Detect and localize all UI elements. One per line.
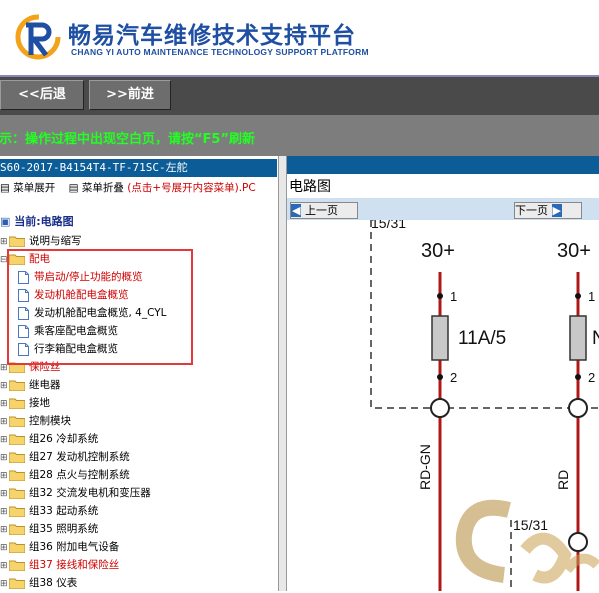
tree-folder-item[interactable]: ⊞ 组27 发动机控制系统 — [0, 448, 130, 466]
arrow-right-icon: ▶ — [551, 204, 562, 217]
brand-title-en: CHANG YI AUTO MAINTENANCE TECHNOLOGY SUP… — [71, 47, 369, 57]
brand-logo-icon — [15, 14, 61, 60]
nav-bar: <<后退 >>前进 — [0, 75, 599, 115]
wire-b-label: RD — [555, 470, 571, 490]
tree-item-label: 说明与缩写 — [29, 235, 82, 247]
menu-controls: ▤ 菜单展开 ▤ 菜单折叠 (点击+号展开内容菜单).PC — [0, 180, 256, 195]
folder-icon — [9, 434, 25, 445]
tree-folder-item[interactable]: ⊞ 控制模块 — [0, 412, 71, 430]
fuse-b-label: N — [592, 328, 599, 349]
hint-text: 提示：操作过程中出现空白页，请按“F5”刷新 — [0, 132, 256, 147]
expand-toggle-icon[interactable]: ⊞ — [0, 377, 9, 395]
folder-icon — [9, 578, 25, 589]
folder-icon — [9, 542, 25, 553]
tree-item-label: 组33 起动系统 — [29, 505, 99, 517]
panel-splitter[interactable] — [278, 156, 287, 591]
terminal-b-label: 30+ — [557, 240, 591, 262]
pin1-label-a: 1 — [450, 289, 457, 304]
expand-toggle-icon[interactable]: ⊞ — [0, 557, 9, 575]
expand-toggle-icon[interactable]: ⊞ — [0, 521, 9, 539]
tree-item-label: 组28 点火与控制系统 — [29, 469, 130, 481]
folder-icon — [9, 488, 25, 499]
expand-toggle-icon[interactable]: ⊞ — [0, 467, 9, 485]
diagram-label-bottom: 15/31 — [513, 517, 548, 533]
folder-icon — [9, 398, 25, 409]
computer-icon: ▣ — [0, 215, 11, 228]
circuit-diagram: 15/31 30+ 30+ 1 2 1 2 11A/5 N RD-GN RD 1… — [370, 220, 599, 591]
forward-button[interactable]: >>前进 — [89, 80, 171, 110]
tree-folder-item[interactable]: ⊞ 说明与缩写 — [0, 232, 82, 250]
folder-icon — [9, 524, 25, 535]
folder-icon — [9, 452, 25, 463]
folder-icon — [9, 506, 25, 517]
folder-icon — [9, 470, 25, 481]
pin2-label-b: 2 — [588, 370, 595, 385]
tree-item-label: 组32 交流发电机和变压器 — [29, 487, 151, 499]
diagram-section-title: 电路图 — [289, 179, 331, 195]
fuse-a — [431, 315, 449, 361]
expand-toggle-icon[interactable]: ⊞ — [0, 575, 9, 593]
pin1-label-b: 1 — [588, 289, 595, 304]
back-button[interactable]: <<后退 — [0, 80, 84, 110]
tree-item-label: 组38 仪表 — [29, 577, 78, 589]
brand-title-cn: 畅易汽车维修技术支持平台 — [68, 23, 356, 49]
tree-item-label: 组27 发动机控制系统 — [29, 451, 130, 463]
tree-folder-item[interactable]: ⊞ 组26 冷却系统 — [0, 430, 98, 448]
right-title-bar — [287, 156, 599, 174]
expand-toggle-icon[interactable]: ⊞ — [0, 449, 9, 467]
expand-toggle-icon[interactable]: ⊞ — [0, 413, 9, 431]
hint-bar: 提示：操作过程中出现空白页，请按“F5”刷新 — [0, 115, 599, 156]
tree-item-label: 组26 冷却系统 — [29, 433, 99, 445]
header: 畅易汽车维修技术支持平台 CHANG YI AUTO MAINTENANCE T… — [0, 0, 599, 75]
tree-item-label: 继电器 — [29, 379, 61, 391]
tree-item-label: 组37 接线和保险丝 — [29, 559, 120, 571]
fuse-b — [569, 315, 587, 361]
terminal-a-label: 30+ — [421, 240, 455, 262]
tree-item-label: 组35 照明系统 — [29, 523, 99, 535]
expand-toggle-icon[interactable]: ⊞ — [0, 485, 9, 503]
expand-toggle-icon[interactable]: ⊞ — [0, 431, 9, 449]
folder-icon — [9, 380, 25, 391]
tree-folder-item[interactable]: ⊞ 组35 照明系统 — [0, 520, 98, 538]
tree-item-label: 控制模块 — [29, 415, 71, 427]
menu-note: (点击+号展开内容菜单).PC — [127, 182, 256, 194]
expand-toggle-icon[interactable]: ⊞ — [0, 539, 9, 557]
document-title: S60-2017-B4154T4-TF-71SC-左舵 — [0, 159, 277, 177]
tree-folder-item[interactable]: ⊞ 组38 仪表 — [0, 574, 77, 592]
expand-toggle-icon[interactable]: ⊞ — [0, 503, 9, 521]
fuse-a-label: 11A/5 — [458, 328, 506, 349]
tree-item-label: 接地 — [29, 397, 50, 409]
arrow-left-icon: ◀ — [291, 204, 302, 217]
menu-expand-link[interactable]: ▤ 菜单展开 — [0, 182, 55, 194]
menu-collapse-link[interactable]: ▤ 菜单折叠 — [69, 182, 124, 194]
diagram-label-top: 15/31 — [371, 220, 406, 231]
pager-bar: ◀ 上一页 下一页 ▶ — [287, 198, 599, 220]
folder-icon — [9, 560, 25, 571]
tree-folder-item[interactable]: ⊞ 组32 交流发电机和变压器 — [0, 484, 151, 502]
highlight-box — [7, 249, 193, 365]
right-diagram-panel: 电路图 ◀ 上一页 下一页 ▶ 15/31 30+ 30+ 1 2 1 2 11… — [287, 156, 599, 591]
tree-folder-item[interactable]: ⊞ 接地 — [0, 394, 50, 412]
tree-folder-item[interactable]: ⊞ 组33 起动系统 — [0, 502, 98, 520]
current-location: ▣ 当前:电路图 — [0, 215, 74, 228]
tree-folder-item[interactable]: ⊞ 组28 点火与控制系统 — [0, 466, 130, 484]
tree-folder-item[interactable]: ⊞ 组36 附加电气设备 — [0, 538, 119, 556]
tree-item-label: 组36 附加电气设备 — [29, 541, 120, 553]
expand-toggle-icon[interactable]: ⊞ — [0, 395, 9, 413]
pin2-label-a: 2 — [450, 370, 457, 385]
prev-page-button[interactable]: ◀ 上一页 — [290, 202, 358, 219]
tree-folder-item[interactable]: ⊞ 继电器 — [0, 376, 61, 394]
folder-icon — [9, 416, 25, 427]
tree-folder-item[interactable]: ⊞ 组37 接线和保险丝 — [0, 556, 119, 574]
folder-icon — [9, 236, 25, 247]
wire-a-label: RD-GN — [417, 444, 433, 490]
next-page-button[interactable]: 下一页 ▶ — [514, 202, 582, 219]
